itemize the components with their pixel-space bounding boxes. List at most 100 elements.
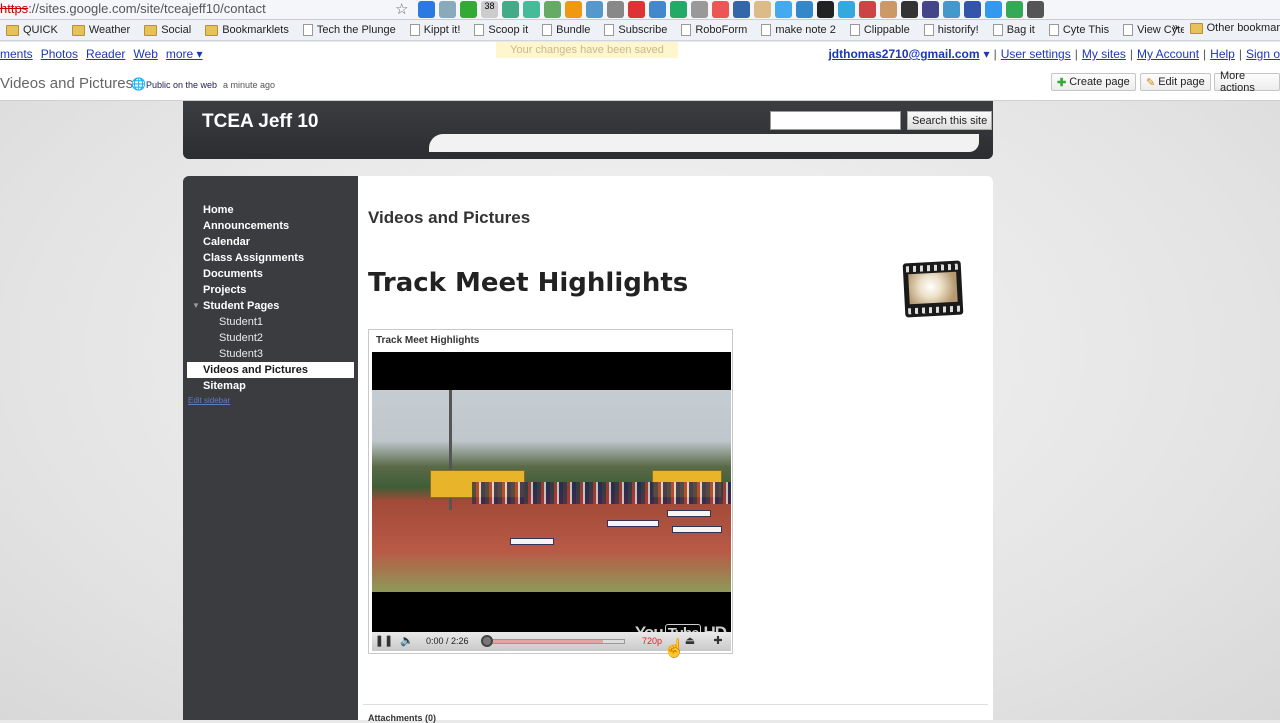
scrubber-knob[interactable] <box>481 635 493 647</box>
bookmarks-overflow-chevron[interactable]: » <box>1172 20 1179 34</box>
header-light-swoosh <box>429 134 979 152</box>
sidebar-item-announcements[interactable]: Announcements <box>187 218 354 234</box>
extension-icon[interactable] <box>544 1 561 18</box>
extension-icon[interactable] <box>502 1 519 18</box>
extension-icon[interactable] <box>628 1 645 18</box>
extension-icon[interactable] <box>964 1 981 18</box>
gbar-link-photos[interactable]: Photos <box>41 47 78 61</box>
gbar-link-more[interactable]: more ▾ <box>166 47 203 61</box>
bookmark-item[interactable]: historify! <box>923 24 979 36</box>
video-frame[interactable] <box>372 390 731 592</box>
edit-sidebar-link[interactable]: Edit sidebar <box>188 396 230 405</box>
account-caret-icon[interactable]: ▾ <box>984 47 990 61</box>
bookmark-item[interactable]: Kippt it! <box>409 24 460 36</box>
extension-icon[interactable] <box>733 1 750 18</box>
extension-icon[interactable] <box>1027 1 1044 18</box>
extension-icon[interactable] <box>838 1 855 18</box>
bookmark-item[interactable]: Cyte This <box>1048 24 1109 36</box>
bookmark-item[interactable]: QUICK <box>6 24 58 36</box>
help-link[interactable]: Help <box>1210 47 1235 61</box>
extension-icon[interactable] <box>922 1 939 18</box>
gbar-link-web[interactable]: Web <box>133 47 157 61</box>
extension-icon[interactable] <box>943 1 960 18</box>
sidebar-item-label: Class Assignments <box>203 252 305 264</box>
extension-icon[interactable] <box>565 1 582 18</box>
bookmark-item[interactable]: Clippable <box>849 24 910 36</box>
extension-icon[interactable] <box>460 1 477 18</box>
bookmark-star-icon[interactable]: ☆ <box>395 0 408 18</box>
extension-badge[interactable]: 38 <box>481 1 498 18</box>
url-scheme: https <box>0 1 29 16</box>
bookmark-item[interactable]: Bookmarklets <box>205 24 289 36</box>
edit-page-button[interactable]: ✎ Edit page <box>1140 73 1211 91</box>
volume-icon[interactable]: 🔈 <box>397 634 417 649</box>
page-icon <box>542 24 553 36</box>
fullscreen-icon[interactable]: ✚ <box>708 634 728 649</box>
sidebar-item-label: Student Pages <box>203 300 280 312</box>
bookmark-item[interactable]: Subscribe <box>604 24 667 36</box>
sidebar-item-class-assignments[interactable]: Class Assignments <box>187 250 354 266</box>
bookmark-item[interactable]: RoboForm <box>681 24 747 36</box>
extension-icon[interactable] <box>712 1 729 18</box>
address-bar[interactable]: https://sites.google.com/site/tceajeff10… <box>0 0 1280 20</box>
extension-icon[interactable] <box>985 1 1002 18</box>
search-site-button[interactable]: Search this site <box>907 111 993 130</box>
extension-icon[interactable] <box>880 1 897 18</box>
quality-selector[interactable]: 720p <box>642 636 662 646</box>
extension-icon[interactable] <box>586 1 603 18</box>
extension-icon[interactable] <box>418 1 435 18</box>
extension-icon[interactable] <box>901 1 918 18</box>
sign-out-link[interactable]: Sign o <box>1246 47 1280 61</box>
sidebar-item-home[interactable]: Home <box>187 202 354 218</box>
sidebar-item-projects[interactable]: Projects <box>187 282 354 298</box>
gbar-link-documents[interactable]: ments <box>0 47 33 61</box>
extension-icon[interactable] <box>1006 1 1023 18</box>
bookmark-item[interactable]: Weather <box>71 24 130 36</box>
create-page-button[interactable]: ✚ Create page <box>1051 73 1136 91</box>
account-email[interactable]: jdthomas2710@gmail.com <box>828 47 979 61</box>
youtube-player[interactable]: YouTubeHD ❚❚ 🔈 0:00 / 2:26 720p ⏏ ✚ <box>372 352 731 651</box>
sidebar-item-student2[interactable]: Student2 <box>187 330 354 346</box>
sidebar-item-label: Calendar <box>203 236 251 248</box>
bookmark-item[interactable]: Scoop it <box>474 24 528 36</box>
create-page-label: Create page <box>1069 76 1130 88</box>
bookmark-item[interactable]: Social <box>144 24 191 36</box>
sidebar-item-videos-and-pictures[interactable]: Videos and Pictures <box>187 362 354 378</box>
extension-icon[interactable] <box>439 1 456 18</box>
extension-icon[interactable] <box>670 1 687 18</box>
more-actions-button[interactable]: More actions <box>1214 70 1280 94</box>
other-bookmarks[interactable]: Other bookmar <box>1183 22 1280 34</box>
bookmark-item[interactable]: Bag it <box>992 24 1035 36</box>
pause-icon[interactable]: ❚❚ <box>374 634 394 649</box>
extension-icon[interactable] <box>859 1 876 18</box>
site-title[interactable]: TCEA Jeff 10 <box>202 111 319 133</box>
extension-icon[interactable] <box>607 1 624 18</box>
gbar-link-reader[interactable]: Reader <box>86 47 125 61</box>
url-text[interactable]: https://sites.google.com/site/tceajeff10… <box>0 1 266 16</box>
site-search-input[interactable] <box>770 111 901 130</box>
extension-icon[interactable] <box>775 1 792 18</box>
my-sites-link[interactable]: My sites <box>1082 47 1126 61</box>
extension-icon[interactable] <box>754 1 771 18</box>
sidebar-item-student3[interactable]: Student3 <box>187 346 354 362</box>
sharing-status[interactable]: Public on the web <box>146 80 217 90</box>
progress-bar[interactable] <box>485 639 625 644</box>
attachments-toggle[interactable]: Attachments (0) <box>368 713 436 723</box>
sidebar-item-student1[interactable]: Student1 <box>187 314 354 330</box>
extension-icon[interactable] <box>691 1 708 18</box>
bookmark-item[interactable]: View Cytes <box>1123 24 1192 36</box>
bookmark-item[interactable]: Tech the Plunge <box>302 24 396 36</box>
extension-icon[interactable] <box>523 1 540 18</box>
bookmark-item[interactable]: Bundle <box>542 24 590 36</box>
sidebar-item-student-pages[interactable]: ▼ Student Pages <box>187 298 354 314</box>
sidebar-item-calendar[interactable]: Calendar <box>187 234 354 250</box>
extension-icon[interactable] <box>817 1 834 18</box>
user-settings-link[interactable]: User settings <box>1001 47 1071 61</box>
sidebar-item-sitemap[interactable]: Sitemap <box>187 378 354 394</box>
expand-triangle-icon[interactable]: ▼ <box>192 298 200 314</box>
sidebar-item-documents[interactable]: Documents <box>187 266 354 282</box>
my-account-link[interactable]: My Account <box>1137 47 1199 61</box>
bookmark-item[interactable]: make note 2 <box>761 24 836 36</box>
extension-icon[interactable] <box>649 1 666 18</box>
extension-icon[interactable] <box>796 1 813 18</box>
